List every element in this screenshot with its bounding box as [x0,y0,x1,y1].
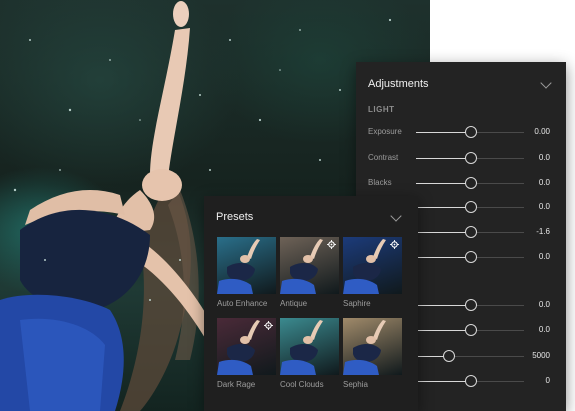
gear-icon[interactable] [264,321,273,330]
adjustment-row: Contrast 0.0 [356,150,566,166]
slider-handle[interactable] [443,350,456,362]
preset-label: Sephia [343,380,368,389]
slider-handle[interactable] [465,375,477,387]
slider-handle[interactable] [465,299,477,311]
chevron-down-icon[interactable] [390,210,402,222]
slider-value: 5000 [532,351,550,360]
slider-handle[interactable] [465,152,477,164]
slider-label: Contrast [368,153,399,162]
slider-value: 0 [545,376,550,385]
adjustment-row: Exposure 0.00 [356,124,566,140]
preset-thumbnail[interactable] [217,237,276,294]
slider-value: 0.0 [538,202,550,211]
slider-handle[interactable] [465,226,477,238]
adjustment-row: Blacks 0.0 [356,175,566,191]
slider-label: Exposure [368,127,402,136]
preset-thumbnail[interactable] [280,318,339,375]
preset-thumbnail[interactable] [217,318,276,375]
preset-label: Auto Enhance [217,299,268,308]
preset-label: Antique [280,299,308,308]
preset-thumbnail[interactable] [280,237,339,294]
chevron-down-icon[interactable] [540,77,552,89]
slider-value: -1.6 [536,227,550,236]
slider-handle[interactable] [465,324,477,336]
gear-icon[interactable] [390,240,399,249]
slider-track[interactable] [416,356,524,357]
slider-value: 0.0 [538,178,550,187]
slider-value: 0.0 [538,325,550,334]
slider-value: 0.0 [538,300,550,309]
slider-value: 0.0 [538,252,550,261]
slider-value: 0.0 [538,153,550,162]
presets-title: Presets [216,211,254,223]
slider-handle[interactable] [465,126,477,138]
preset-thumbnail[interactable] [343,318,402,375]
preset-thumbnail[interactable] [343,237,402,294]
preset-label: Cool Clouds [280,380,324,389]
preset-label: Saphire [343,299,371,308]
slider-handle[interactable] [465,251,477,263]
slider-label: Blacks [368,178,392,187]
slider-handle[interactable] [465,201,477,213]
preset-label: Dark Rage [217,380,256,389]
slider-value: 0.00 [534,127,550,136]
section-label-light: LIGHT [368,105,395,114]
adjustments-title: Adjustments [368,78,429,90]
presets-panel: Presets Auto Enhance Antique Saphire Dark R… [204,196,418,411]
gear-icon[interactable] [327,240,336,249]
slider-handle[interactable] [465,177,477,189]
